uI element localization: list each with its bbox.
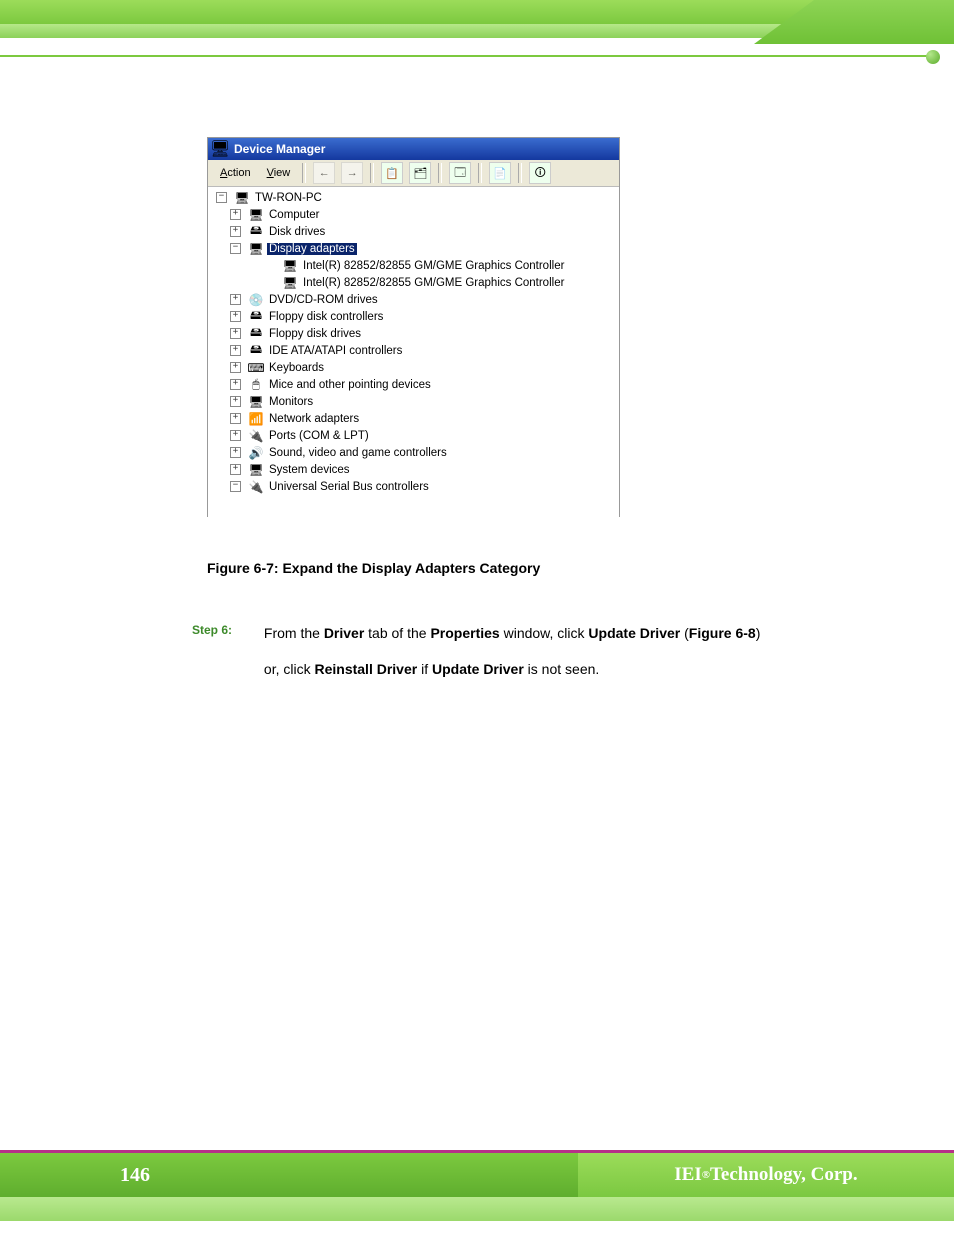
device-icon: 🖴 <box>248 224 264 239</box>
menu-view[interactable]: View <box>261 165 297 181</box>
device-icon: 🔊 <box>248 445 264 460</box>
expand-icon[interactable]: + <box>230 328 241 339</box>
device-icon: 🖴 <box>248 326 264 341</box>
tree-item-label: Floppy disk drives <box>267 328 363 340</box>
device-icon: 🔌 <box>248 479 264 494</box>
footer-under <box>0 1197 954 1221</box>
footer-brand: IEI® Technology, Corp. <box>578 1153 954 1197</box>
header-rule <box>0 55 932 57</box>
tree-item[interactable]: 🖥Intel(R) 82852/82855 GM/GME Graphics Co… <box>208 257 619 274</box>
tree-item[interactable]: + ⌨Keyboards <box>208 359 619 376</box>
toolbar-button-4[interactable]: 📄 <box>489 162 511 184</box>
tree-item-label: Network adapters <box>267 413 361 425</box>
device-icon: 🖥 <box>234 190 250 205</box>
toolbar-button-1[interactable]: 📋 <box>381 162 403 184</box>
tree-item-label: IDE ATA/ATAPI controllers <box>267 345 404 357</box>
device-icon: 🖴 <box>248 343 264 358</box>
expand-icon[interactable]: + <box>230 447 241 458</box>
expand-icon[interactable]: + <box>230 413 241 424</box>
window-title: Device Manager <box>234 142 325 156</box>
tree-item[interactable]: −🔌Universal Serial Bus controllers <box>208 478 619 495</box>
tree-item-label: Universal Serial Bus controllers <box>267 481 431 493</box>
tree-item[interactable]: + 🖥System devices <box>208 461 619 478</box>
expand-icon[interactable]: + <box>230 294 241 305</box>
tree-item-label: Monitors <box>267 396 315 408</box>
device-icon: 🖥 <box>248 462 264 477</box>
expand-icon[interactable]: + <box>230 430 241 441</box>
window-titlebar: 🖥 Device Manager <box>208 138 619 160</box>
tree-item-label: Intel(R) 82852/82855 GM/GME Graphics Con… <box>301 260 566 272</box>
device-icon: 💿 <box>248 292 264 307</box>
tree-item-label: Sound, video and game controllers <box>267 447 449 459</box>
tree-item[interactable]: + 🔌Ports (COM & LPT) <box>208 427 619 444</box>
tree-item[interactable]: + 🖴IDE ATA/ATAPI controllers <box>208 342 619 359</box>
tree-item[interactable]: + 🖥Computer <box>208 206 619 223</box>
expand-icon[interactable]: + <box>230 226 241 237</box>
step-text: From the Driver tab of the Properties wi… <box>264 615 760 687</box>
device-icon: 🖴 <box>248 309 264 324</box>
collapse-icon[interactable]: − <box>230 243 241 254</box>
window-icon: 🖥 <box>212 141 228 157</box>
toolbar-button-3[interactable]: 🗔 <box>449 162 471 184</box>
tree-item-label: Intel(R) 82852/82855 GM/GME Graphics Con… <box>301 277 566 289</box>
expand-icon[interactable]: + <box>230 345 241 356</box>
toolbar-forward-button[interactable]: → <box>341 162 363 184</box>
device-icon: 📶 <box>248 411 264 426</box>
tree-item[interactable]: −🖥Display adapters <box>208 240 619 257</box>
tree-item-label: TW-RON-PC <box>253 192 324 204</box>
device-manager-window: 🖥 Device Manager Action View ← → 📋 🗂 🗔 📄… <box>207 137 620 517</box>
tree-item[interactable]: + 🖴Floppy disk drives <box>208 325 619 342</box>
device-icon: 🖥 <box>248 241 264 256</box>
step-label: Step 6: <box>192 623 232 637</box>
tree-item[interactable]: + 🖱Mice and other pointing devices <box>208 376 619 393</box>
page-number: 146 <box>0 1153 578 1197</box>
toolbar-button-2[interactable]: 🗂 <box>409 162 431 184</box>
toolbar-button-5[interactable]: 🛈 <box>529 162 551 184</box>
tree-item-label: System devices <box>267 464 352 476</box>
header-banner <box>0 0 954 50</box>
device-icon: 🔌 <box>248 428 264 443</box>
collapse-icon[interactable]: − <box>230 481 241 492</box>
tree-item[interactable]: + 🖴Disk drives <box>208 223 619 240</box>
toolbar-back-button[interactable]: ← <box>313 162 335 184</box>
step-6: Step 6: From the Driver tab of the Prope… <box>192 615 864 687</box>
tree-item-label: Keyboards <box>267 362 326 374</box>
menu-action[interactable]: Action <box>214 165 257 181</box>
expand-icon[interactable]: + <box>230 464 241 475</box>
tree-item[interactable]: + 🖥Monitors <box>208 393 619 410</box>
footer-bar: 146 IEI® Technology, Corp. <box>0 1153 954 1197</box>
tree-item[interactable]: 🖥Intel(R) 82852/82855 GM/GME Graphics Co… <box>208 274 619 291</box>
device-icon: 🖥 <box>282 258 298 273</box>
tree-item[interactable]: −🖥TW-RON-PC <box>208 189 619 206</box>
window-menubar: Action View ← → 📋 🗂 🗔 📄 🛈 <box>208 160 619 187</box>
tree-item[interactable]: + 📶Network adapters <box>208 410 619 427</box>
tree-item-label: DVD/CD-ROM drives <box>267 294 380 306</box>
expand-icon[interactable]: + <box>230 362 241 373</box>
tree-item-label: Disk drives <box>267 226 327 238</box>
expand-icon[interactable]: + <box>230 209 241 220</box>
tree-item[interactable]: + 💿DVD/CD-ROM drives <box>208 291 619 308</box>
device-icon: 🖥 <box>248 207 264 222</box>
device-icon: ⌨ <box>248 360 264 375</box>
expand-icon[interactable]: + <box>230 396 241 407</box>
tree-item[interactable]: + 🔊Sound, video and game controllers <box>208 444 619 461</box>
expand-icon[interactable]: + <box>230 379 241 390</box>
figure-caption: Figure 6-7: Expand the Display Adapters … <box>207 560 540 576</box>
tree-item-label: Ports (COM & LPT) <box>267 430 371 442</box>
tree-item-label: Display adapters <box>267 243 357 255</box>
device-icon: 🖥 <box>248 394 264 409</box>
device-icon: 🖱 <box>248 377 264 392</box>
tree-item-label: Computer <box>267 209 322 221</box>
device-icon: 🖥 <box>282 275 298 290</box>
tree-item-label: Floppy disk controllers <box>267 311 385 323</box>
header-dot-icon <box>926 50 940 64</box>
document-page: 🖥 Device Manager Action View ← → 📋 🗂 🗔 📄… <box>0 0 954 1235</box>
collapse-icon[interactable]: − <box>216 192 227 203</box>
tree-item[interactable]: + 🖴Floppy disk controllers <box>208 308 619 325</box>
expand-icon[interactable]: + <box>230 311 241 322</box>
device-tree: −🖥TW-RON-PC+🖥Computer+🖴Disk drives−🖥Disp… <box>208 187 619 519</box>
tree-item-label: Mice and other pointing devices <box>267 379 433 391</box>
